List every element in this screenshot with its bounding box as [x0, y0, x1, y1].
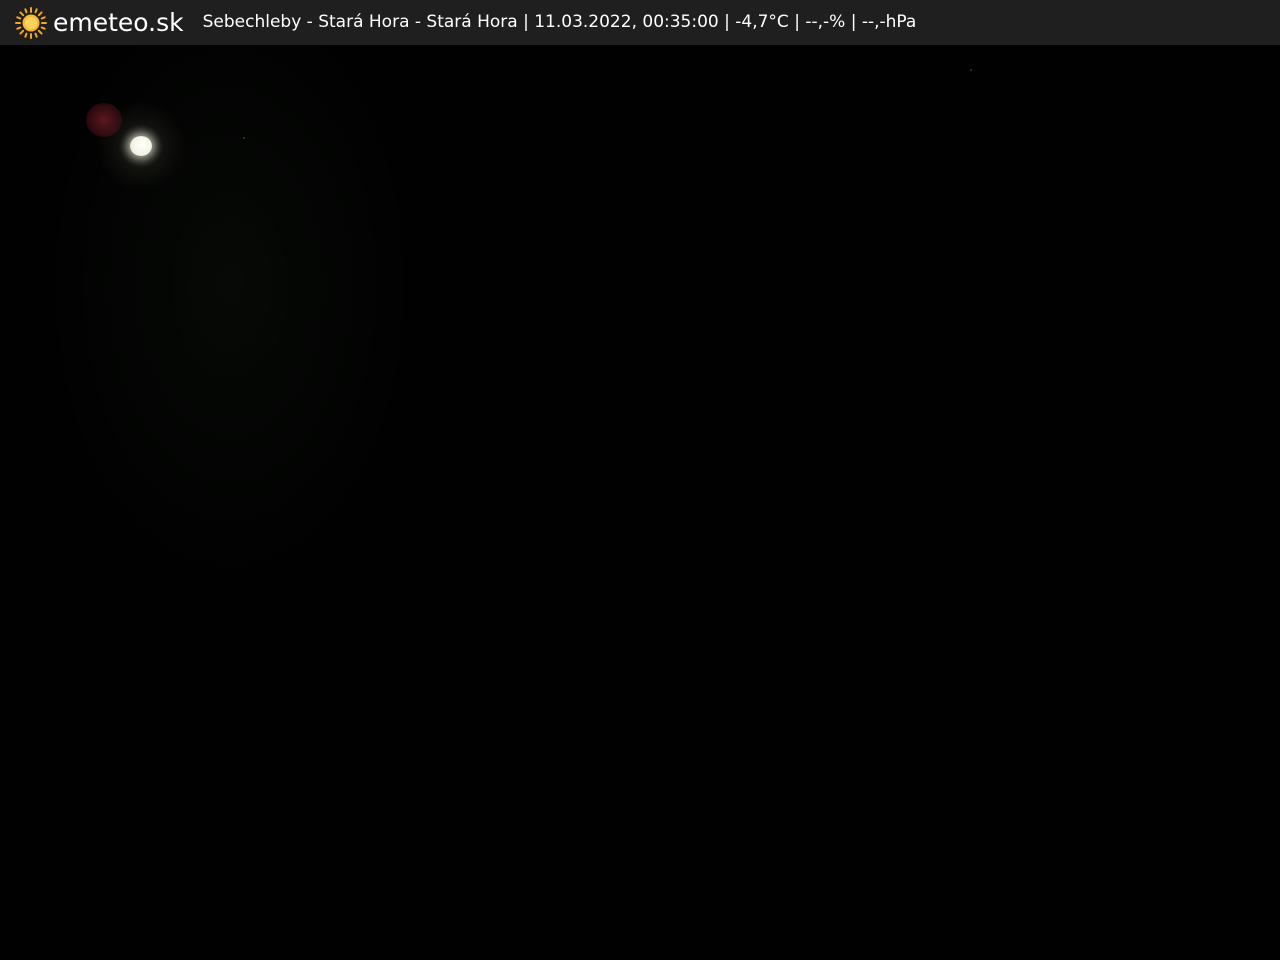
star-speck [970, 69, 972, 71]
station-caption: Sebechleby - Stará Hora - Stará Hora | 1… [202, 12, 917, 32]
info-bar: emeteo.sk Sebechleby - Stará Hora - Star… [0, 0, 1280, 45]
emeteo-logo: emeteo.sk [14, 0, 184, 45]
night-sky-image [0, 45, 1280, 960]
moon [130, 136, 152, 156]
sun-icon [15, 6, 47, 39]
brand-name: emeteo.sk [53, 8, 184, 37]
lens-flare [86, 103, 122, 137]
star-speck [243, 137, 245, 139]
webcam-frame: emeteo.sk Sebechleby - Stará Hora - Star… [0, 0, 1280, 960]
